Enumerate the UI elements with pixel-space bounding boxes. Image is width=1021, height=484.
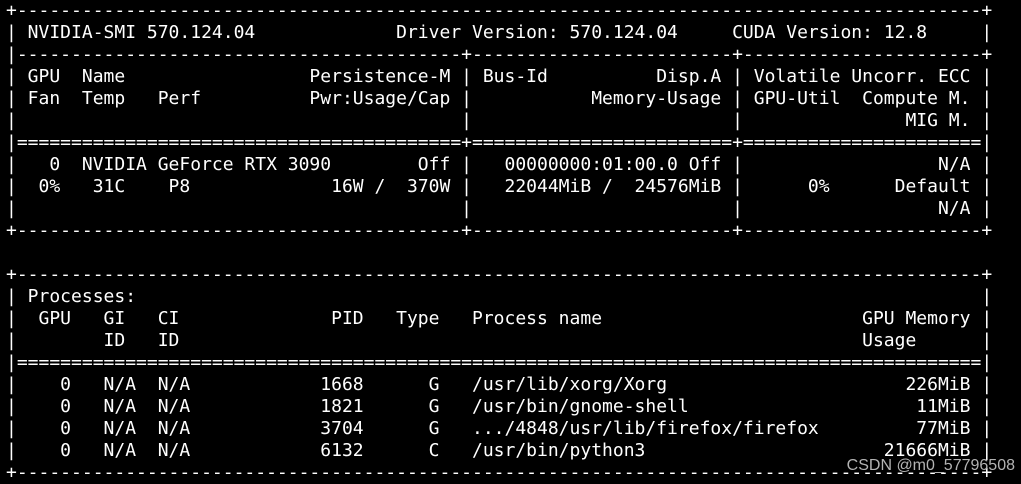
gpu-row-usage: | 0% 31C P8 16W / 370W | 22044MiB / 2457… (6, 176, 993, 197)
gpu-row-mig: | | | N/A | (6, 198, 993, 219)
process-row-firefox: | 0 N/A N/A 3704 G .../4848/usr/lib/fire… (6, 418, 993, 439)
process-table-bottom-border: +---------------------------------------… (6, 462, 993, 483)
process-column-header-2: | ID ID Usage | (6, 330, 993, 351)
csdn-watermark: CSDN @m0_57796508 (846, 457, 1015, 474)
gpu-table-column-header-3: | | | MIG M. | (6, 110, 993, 131)
processes-title: | Processes: | (6, 286, 993, 307)
gpu-row-name: | 0 NVIDIA GeForce RTX 3090 Off | 000000… (6, 154, 993, 175)
gpu-table-column-header-1: | GPU Name Persistence-M | Bus-Id Disp.A… (6, 66, 993, 87)
gpu-table-header-separator: |---------------------------------------… (6, 44, 993, 65)
process-row-xorg: | 0 N/A N/A 1668 G /usr/lib/xorg/Xorg 22… (6, 374, 993, 395)
gpu-table-column-header-2: | Fan Temp Perf Pwr:Usage/Cap | Memory-U… (6, 88, 993, 109)
terminal-window[interactable]: +---------------------------------------… (0, 0, 1021, 483)
process-table-top-border: +---------------------------------------… (6, 264, 993, 285)
process-row-python3: | 0 N/A N/A 6132 C /usr/bin/python3 2166… (6, 440, 993, 461)
gpu-table-bottom-border: +---------------------------------------… (6, 220, 993, 241)
process-row-gnome-shell: | 0 N/A N/A 1821 G /usr/bin/gnome-shell … (6, 396, 993, 417)
process-table-separator: |=======================================… (6, 352, 993, 373)
gpu-table-double-separator: |=======================================… (6, 132, 993, 153)
process-column-header-1: | GPU GI CI PID Type Process name GPU Me… (6, 308, 993, 329)
gpu-table-top-border: +---------------------------------------… (6, 0, 993, 21)
smi-version-header: | NVIDIA-SMI 570.124.04 Driver Version: … (6, 22, 993, 43)
